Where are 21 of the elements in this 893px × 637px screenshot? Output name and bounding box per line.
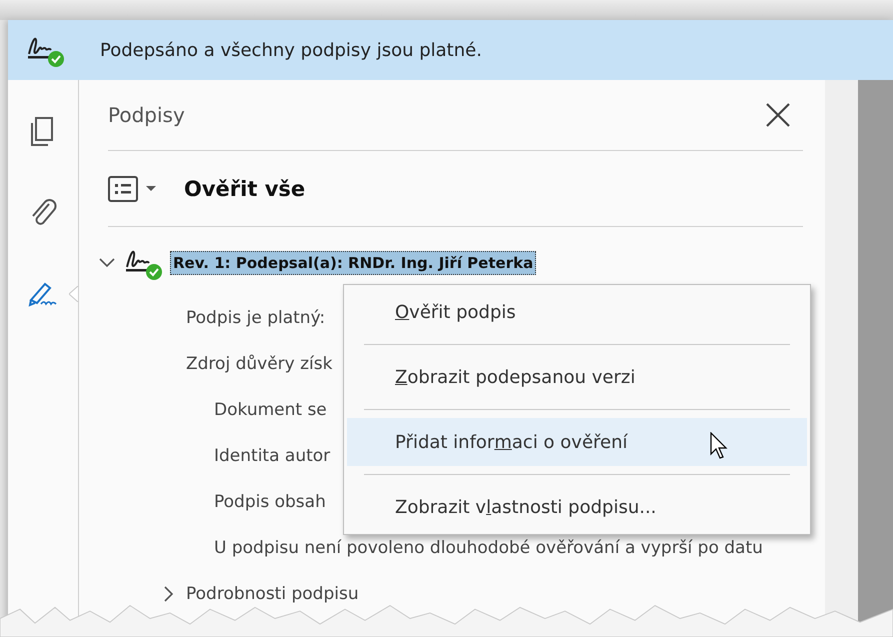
mouse-cursor-icon [710,432,728,460]
list-icon [108,176,138,202]
menu-item[interactable]: Zobrazit vlastnosti podpisu... [347,483,807,531]
tree-item[interactable]: Dokument se [214,400,327,420]
tree-item[interactable]: U podpisu není povoleno dlouhodobé ověřování a vyprší po datu [214,538,763,558]
tree-item[interactable]: Identita autor [214,446,330,466]
menu-item[interactable]: Ověřit podpis [347,288,807,336]
tree-item[interactable]: Rev. 1: Podepsal(a): RNDr. Ing. Jiří Peterka [170,251,536,275]
close-icon [765,102,791,128]
tree-item[interactable]: Zdroj důvěry získ [186,354,332,374]
close-button[interactable] [765,102,791,128]
tree-item[interactable]: Podrobnosti podpisu [186,584,359,604]
tree-item[interactable]: Podpis obsah [214,492,326,512]
status-message: Podepsáno a všechny podpisy jsou platné. [100,40,482,60]
options-button[interactable] [108,176,156,202]
caret-icon [146,186,156,191]
tree-item[interactable]: Podpis je platný: [186,308,326,328]
verify-all-button[interactable]: Ověřit vše [184,176,306,200]
panel-title: Podpisy [108,103,185,127]
menu-item[interactable]: Zobrazit podepsanou verzi [347,353,807,401]
menu-item[interactable]: Přidat informaci o ověření [347,418,807,466]
